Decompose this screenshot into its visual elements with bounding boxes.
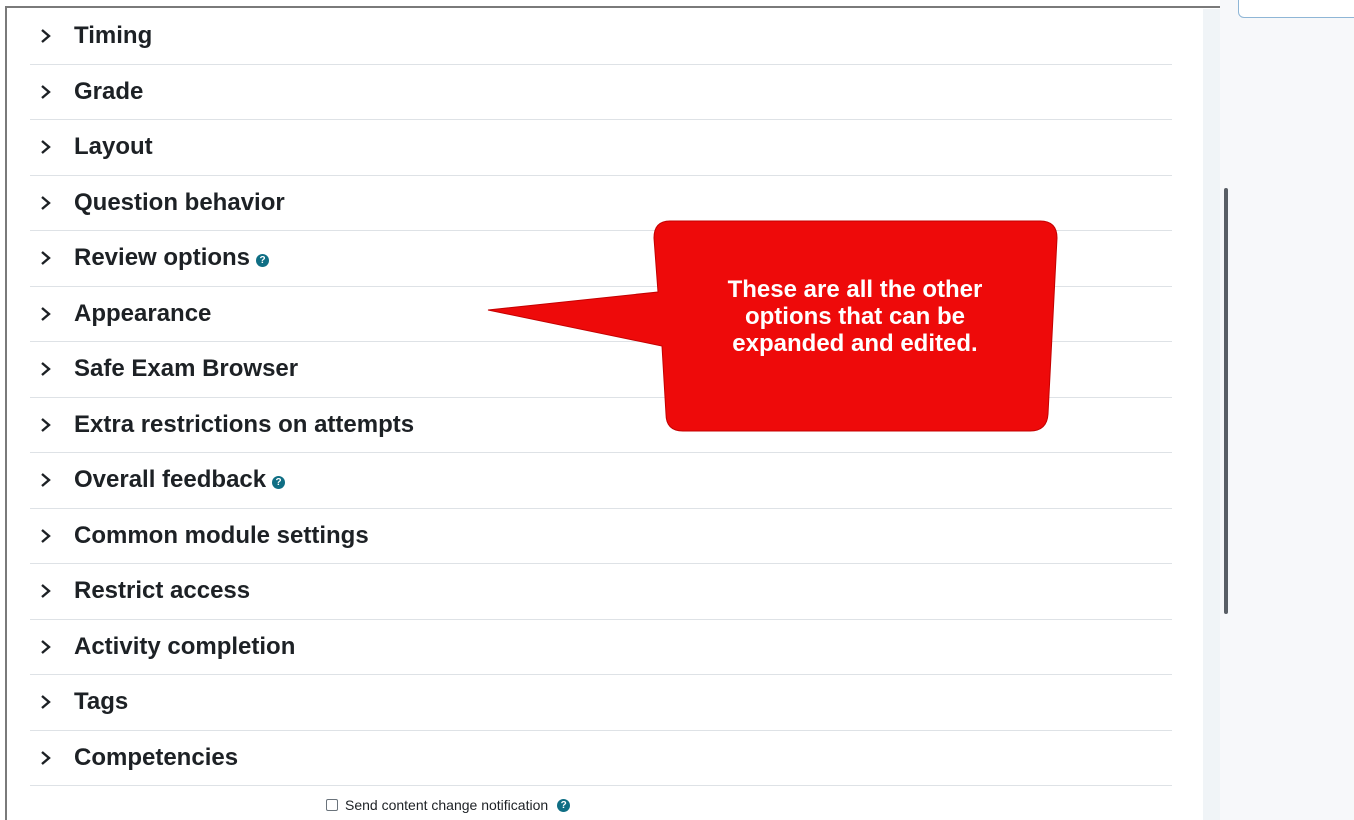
callout-line: These are all the other [727, 276, 983, 303]
section-label: Activity completion [74, 632, 296, 660]
frame-border-left [5, 6, 7, 820]
chevron-right-icon [30, 84, 68, 99]
section-label: Overall feedback [74, 466, 267, 494]
section-layout[interactable]: Layout [30, 120, 1172, 176]
section-label: Common module settings [74, 521, 369, 549]
section-label: Extra restrictions on attempts [74, 410, 415, 438]
section-label: Competencies [74, 743, 239, 771]
section-label: Appearance [74, 299, 212, 327]
right-drawer [1220, 0, 1354, 820]
section-timing[interactable]: Timing [30, 9, 1172, 65]
chevron-right-icon [30, 362, 68, 377]
section-grade[interactable]: Grade [30, 65, 1172, 120]
chevron-right-icon [30, 639, 68, 654]
section-label: Review options [74, 244, 251, 272]
send-notification-label: Send content change notification [345, 797, 549, 813]
section-activity-completion[interactable]: Activity completion [30, 620, 1172, 675]
section-tags[interactable]: Tags [30, 675, 1172, 731]
chevron-right-icon [30, 251, 68, 266]
chevron-right-icon [30, 750, 68, 765]
chevron-right-icon [30, 29, 68, 44]
send-notification-row: Send content change notification ? [326, 797, 571, 813]
callout-line: expanded and edited. [732, 330, 978, 357]
chevron-right-icon [30, 140, 68, 155]
section-label: Timing [74, 22, 153, 50]
chevron-right-icon [30, 195, 68, 210]
scrollbar-thumb[interactable] [1224, 188, 1228, 614]
section-label: Question behavior [74, 188, 285, 216]
callout-text: These are all the other options that can… [660, 276, 1050, 357]
help-icon[interactable]: ? [272, 475, 286, 489]
section-label: Grade [74, 77, 144, 105]
chevron-right-icon [30, 417, 68, 432]
chevron-right-icon [30, 473, 68, 488]
section-restrict-access[interactable]: Restrict access [30, 564, 1172, 620]
help-icon[interactable]: ? [557, 798, 571, 812]
frame-border-top [5, 6, 1245, 8]
chevron-right-icon [30, 306, 68, 321]
section-label: Layout [74, 133, 153, 161]
chevron-right-icon [30, 528, 68, 543]
section-label: Safe Exam Browser [74, 355, 299, 383]
section-competencies[interactable]: Competencies [30, 731, 1172, 786]
callout-line: options that can be [744, 303, 965, 330]
section-label: Restrict access [74, 577, 251, 605]
drawer-box [1238, 0, 1354, 18]
section-common-module-settings[interactable]: Common module settings [30, 509, 1172, 564]
help-icon[interactable]: ? [256, 253, 270, 267]
section-overall-feedback[interactable]: Overall feedback ? [30, 453, 1172, 509]
section-label: Tags [74, 688, 129, 716]
chevron-right-icon [30, 695, 68, 710]
send-notification-checkbox[interactable] [326, 799, 338, 811]
chevron-right-icon [30, 584, 68, 599]
scroll-track [1203, 9, 1221, 820]
